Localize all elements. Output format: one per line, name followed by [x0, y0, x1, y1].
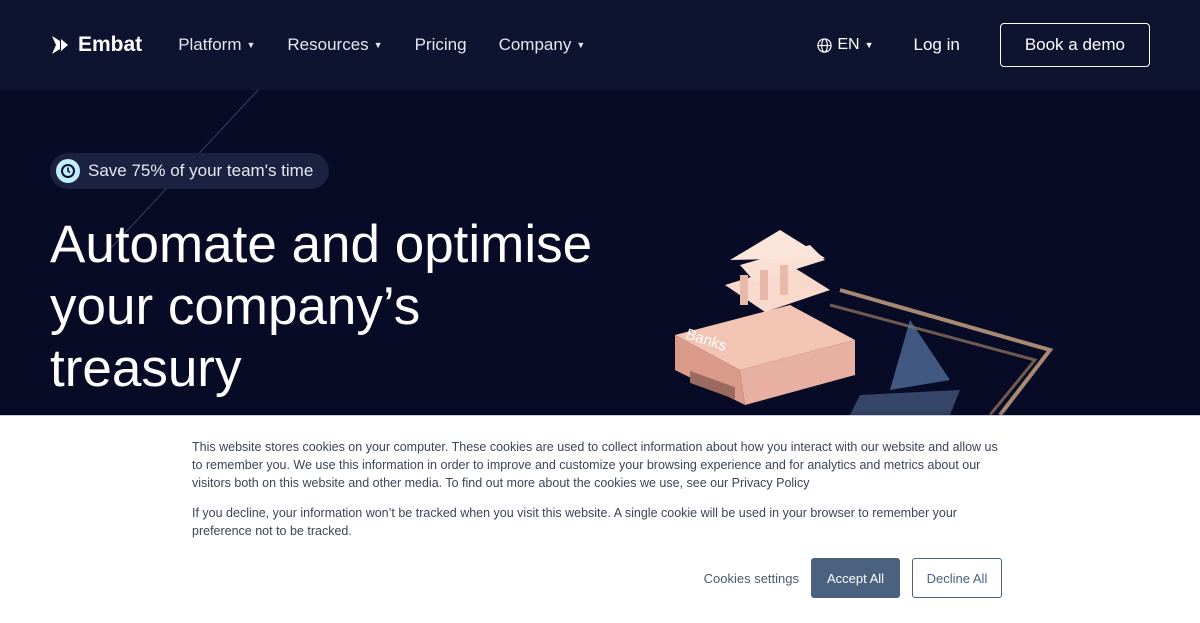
nav-label: Platform — [178, 35, 242, 54]
language-label: EN — [837, 36, 860, 53]
nav-pricing[interactable]: Pricing — [415, 35, 467, 55]
caret-down-icon: ▼ — [576, 40, 586, 50]
cookies-settings-button[interactable]: Cookies settings — [704, 571, 799, 586]
nav-label: Company — [498, 35, 572, 54]
nav-company[interactable]: Company ▼ — [499, 35, 586, 55]
top-nav: Embat Platform ▼ Resources ▼ Pricing Compa… — [0, 0, 1200, 90]
cookie-banner: This website stores cookies on your comp… — [0, 415, 1200, 623]
badge-text: Save 75% of your team's time — [88, 161, 314, 180]
clock-icon — [56, 159, 80, 183]
nav-resources[interactable]: Resources ▼ — [287, 35, 382, 55]
bank-illustration: Banks — [675, 230, 1054, 415]
book-demo-button[interactable]: Book a demo — [999, 23, 1150, 67]
hero-badge: Save 75% of your team's time — [50, 153, 330, 189]
nav-label: Resources — [287, 35, 369, 54]
brand-name: Embat — [78, 33, 143, 56]
cookie-decline-text: If you decline, your information won’t b… — [192, 506, 957, 538]
login-link[interactable]: Log in — [913, 35, 959, 55]
nav-platform[interactable]: Platform ▼ — [178, 35, 255, 55]
caret-down-icon: ▼ — [373, 40, 383, 50]
caret-down-icon: ▼ — [864, 40, 874, 50]
globe-icon — [817, 37, 832, 53]
decline-all-button[interactable]: Decline All — [912, 558, 1002, 598]
caret-down-icon: ▼ — [246, 40, 256, 50]
brand-logo[interactable]: Embat — [50, 33, 142, 57]
accept-all-button[interactable]: Accept All — [811, 558, 900, 598]
embat-logo-icon — [52, 36, 68, 54]
cookie-text: This website stores cookies on your comp… — [192, 440, 998, 490]
hero-title: Automate and optimise your company’s tre… — [50, 215, 593, 398]
language-selector[interactable]: EN ▼ — [817, 36, 873, 54]
nav-label: Pricing — [414, 35, 467, 54]
